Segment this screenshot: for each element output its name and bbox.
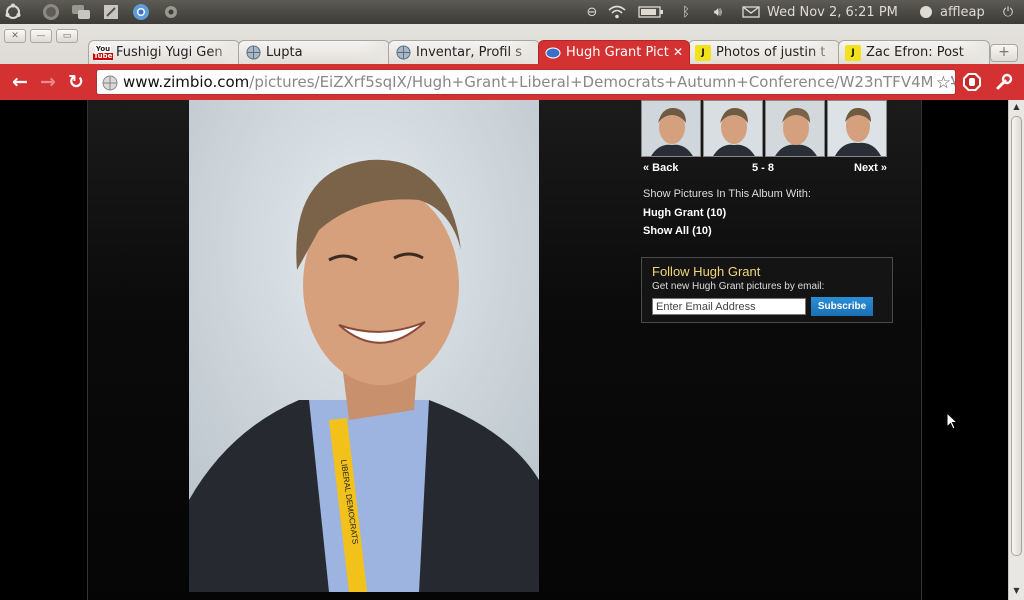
scroll-thumb[interactable] xyxy=(1011,116,1022,556)
tab-label: Zac Efron: Post xyxy=(866,45,964,60)
scroll-down-arrow-icon[interactable]: ▼ xyxy=(1009,584,1024,598)
globe-icon xyxy=(245,45,261,61)
user-name[interactable]: affleap xyxy=(940,3,992,21)
bookmark-star-icon[interactable]: ☆ xyxy=(931,71,951,94)
tab-justin-photos[interactable]: J Photos of justin t xyxy=(688,40,840,64)
window-close-button[interactable]: ✕ xyxy=(4,29,26,43)
wifi-icon[interactable] xyxy=(607,3,627,21)
firefox-icon[interactable] xyxy=(40,2,62,22)
chat-icon[interactable] xyxy=(70,2,92,22)
text-editor-icon[interactable] xyxy=(100,2,122,22)
j-icon: J xyxy=(845,44,861,61)
browser-toolbar: ← → ↻ www.zimbio.com/pictures/EiZXrf5sqI… xyxy=(0,64,1024,100)
tab-fushigi-yugi[interactable]: You Tube Fushigi Yugi Gen xyxy=(88,40,240,64)
gallery-next-link[interactable]: Next » xyxy=(854,162,887,174)
window-minimize-button[interactable]: — xyxy=(30,29,52,43)
clock[interactable]: Wed Nov 2, 6:21 PM xyxy=(767,3,907,21)
tab-label: Hugh Grant Pict xyxy=(566,45,669,60)
wrench-icon[interactable] xyxy=(992,70,1016,94)
tab-label: Lupta xyxy=(266,45,303,60)
tab-inventar[interactable]: Inventar, Profil s xyxy=(388,40,540,64)
main-photo[interactable]: LIBERAL DEMOCRATS xyxy=(189,100,539,592)
page-globe-icon xyxy=(102,74,118,91)
thumbnail[interactable] xyxy=(703,100,763,157)
user-status-icon[interactable] xyxy=(918,3,934,21)
tab-zac-efron[interactable]: J Zac Efron: Post xyxy=(838,40,990,64)
page-scrollbar[interactable]: ▲ ▼ xyxy=(1008,100,1024,600)
thumbnail[interactable] xyxy=(827,100,887,157)
adblock-icon[interactable] xyxy=(960,70,984,94)
system-top-panel: ⊖ ᛒ 🔊︎ Wed Nov 2, 6:21 PM affleap ⏻ xyxy=(0,0,1024,24)
zimbio-icon xyxy=(545,45,561,61)
subscribe-button[interactable]: Subscribe xyxy=(811,297,873,316)
tab-hugh-grant[interactable]: Hugh Grant Pict ✕ xyxy=(538,40,690,64)
stop-status-icon[interactable]: ⊖ xyxy=(584,3,600,21)
settings-gear-icon[interactable] xyxy=(160,2,182,22)
gallery-back-link[interactable]: « Back xyxy=(643,162,678,174)
browser-window-chrome: ✕ — ▭ You Tube Fushigi Yugi Gen Lupta Inv… xyxy=(0,24,1024,100)
url-path: /pictures/EiZXrf5sqIX/Hugh+Grant+Liberal… xyxy=(249,73,956,91)
forward-arrow-icon[interactable]: → xyxy=(36,70,60,94)
thumbnail[interactable] xyxy=(641,100,701,157)
chrome-icon[interactable] xyxy=(130,2,152,22)
tab-close-icon[interactable]: ✕ xyxy=(673,45,683,59)
ubuntu-logo-icon[interactable] xyxy=(2,2,24,22)
url-host: www.zimbio.com xyxy=(123,73,250,91)
follow-subtitle: Get new Hugh Grant pictures by email: xyxy=(652,281,825,292)
scroll-up-arrow-icon[interactable]: ▲ xyxy=(1009,100,1024,114)
tab-label: Inventar, Profil s xyxy=(416,45,523,60)
volume-icon[interactable]: 🔊︎ xyxy=(705,3,731,21)
gallery-range: 5 - 8 xyxy=(752,162,775,174)
thumbnail-strip xyxy=(641,100,889,157)
j-icon: J xyxy=(695,44,711,61)
new-tab-button[interactable]: + xyxy=(990,44,1018,62)
follow-box: Follow Hugh Grant Get new Hugh Grant pic… xyxy=(641,257,893,323)
tab-lupta[interactable]: Lupta xyxy=(238,40,390,64)
filter-show-all-link[interactable]: Show All (10) xyxy=(643,225,712,237)
globe-icon xyxy=(395,45,411,61)
thumbnail[interactable] xyxy=(765,100,825,157)
battery-icon[interactable] xyxy=(637,3,665,21)
power-icon[interactable]: ⏻ xyxy=(999,3,1017,21)
youtube-icon: You Tube xyxy=(92,44,114,61)
follow-title: Follow Hugh Grant xyxy=(652,264,761,279)
window-maximize-button[interactable]: ▭ xyxy=(56,29,78,43)
email-input[interactable] xyxy=(652,298,806,315)
bluetooth-icon[interactable]: ᛒ xyxy=(678,3,694,21)
web-page: LIBERAL DEMOCRATS « Back 5 - 8 Next » Sh… xyxy=(0,100,1008,600)
tab-label: Fushigi Yugi Gen xyxy=(116,45,223,60)
filter-hugh-grant-link[interactable]: Hugh Grant (10) xyxy=(643,207,726,219)
address-bar[interactable]: www.zimbio.com/pictures/EiZXrf5sqIX/Hugh… xyxy=(96,69,956,95)
album-heading: Show Pictures In This Album With: xyxy=(643,188,811,200)
content-column: LIBERAL DEMOCRATS « Back 5 - 8 Next » Sh… xyxy=(87,100,922,600)
back-arrow-icon[interactable]: ← xyxy=(8,70,32,94)
reload-icon[interactable]: ↻ xyxy=(64,70,88,94)
mail-icon[interactable] xyxy=(740,3,762,21)
tab-label: Photos of justin t xyxy=(716,45,826,60)
mouse-cursor-icon xyxy=(946,411,959,434)
